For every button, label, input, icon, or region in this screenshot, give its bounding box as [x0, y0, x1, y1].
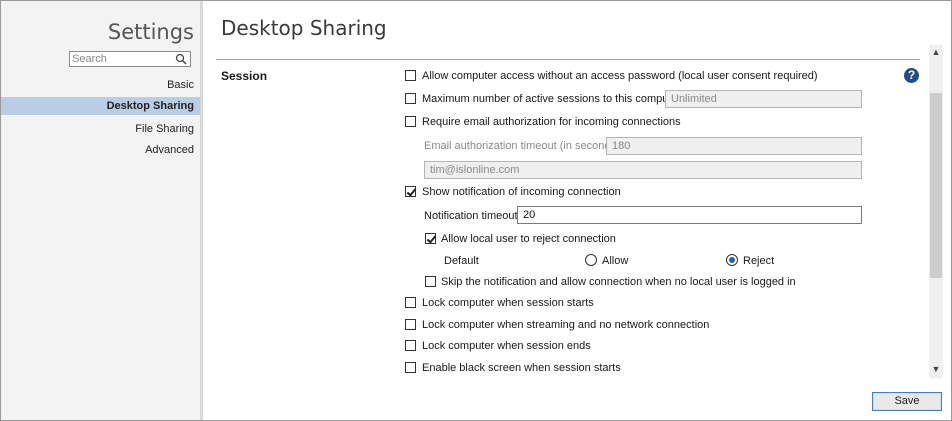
sidebar: Settings Basic Desktop Sharing File Shar…	[1, 1, 203, 420]
show-notification-label: Show notification of incoming connection	[422, 186, 621, 198]
show-notification-checkbox[interactable]	[405, 186, 416, 197]
skip-notification-checkbox[interactable]	[425, 276, 436, 287]
search-field[interactable]	[69, 51, 191, 67]
max-sessions-label: Maximum number of active sessions to thi…	[422, 93, 682, 105]
notification-timeout-field[interactable]: 20	[517, 206, 862, 224]
sidebar-title: Settings	[107, 20, 194, 44]
lock-no-network-label: Lock computer when streaming and no netw…	[422, 319, 710, 331]
allow-reject-checkbox[interactable]	[425, 233, 436, 244]
title-divider	[216, 59, 920, 60]
sidebar-item-desktop-sharing[interactable]: Desktop Sharing	[1, 97, 200, 115]
settings-window: Settings Basic Desktop Sharing File Shar…	[0, 0, 952, 421]
allow-radio-label: Allow	[602, 255, 629, 267]
section-label: Session	[221, 69, 268, 83]
allow-no-password-checkbox[interactable]	[405, 70, 416, 81]
page-title: Desktop Sharing	[221, 16, 387, 40]
help-icon[interactable]: ?	[904, 68, 919, 83]
lock-on-start-label: Lock computer when session starts	[422, 297, 594, 309]
search-input[interactable]	[70, 52, 172, 66]
email-address-field[interactable]: tim@islonline.com	[424, 161, 862, 179]
lock-no-network-checkbox[interactable]	[405, 319, 416, 330]
sidebar-item-advanced[interactable]: Advanced	[145, 141, 194, 159]
max-sessions-field[interactable]: Unlimited	[665, 90, 862, 108]
sidebar-item-basic[interactable]: Basic	[167, 76, 194, 94]
default-label: Default	[444, 255, 479, 267]
skip-notification-label: Skip the notification and allow connecti…	[441, 276, 796, 288]
email-timeout-label: Email authorization timeout (in seconds)	[424, 140, 620, 152]
save-button[interactable]: Save	[872, 392, 942, 411]
max-sessions-checkbox[interactable]	[405, 93, 416, 104]
search-icon[interactable]	[175, 53, 187, 65]
lock-on-end-label: Lock computer when session ends	[422, 340, 591, 352]
sidebar-item-file-sharing[interactable]: File Sharing	[135, 120, 194, 138]
require-email-label: Require email authorization for incoming…	[422, 116, 681, 128]
allow-reject-label: Allow local user to reject connection	[441, 233, 616, 245]
require-email-checkbox[interactable]	[405, 116, 416, 127]
black-screen-label: Enable black screen when session starts	[422, 362, 621, 374]
notification-timeout-label: Notification timeout	[424, 210, 518, 222]
scrollbar-thumb[interactable]	[930, 93, 942, 278]
black-screen-checkbox[interactable]	[405, 362, 416, 373]
allow-no-password-label: Allow computer access without an access …	[422, 70, 818, 82]
scroll-down-arrow-icon[interactable]: ▼	[929, 362, 943, 376]
email-timeout-field[interactable]: 180	[606, 137, 862, 155]
lock-on-end-checkbox[interactable]	[405, 340, 416, 351]
lock-on-start-checkbox[interactable]	[405, 297, 416, 308]
scroll-up-arrow-icon[interactable]: ▲	[929, 45, 943, 59]
allow-radio[interactable]	[585, 254, 597, 266]
reject-radio-label: Reject	[743, 255, 775, 267]
reject-radio[interactable]	[726, 254, 738, 266]
